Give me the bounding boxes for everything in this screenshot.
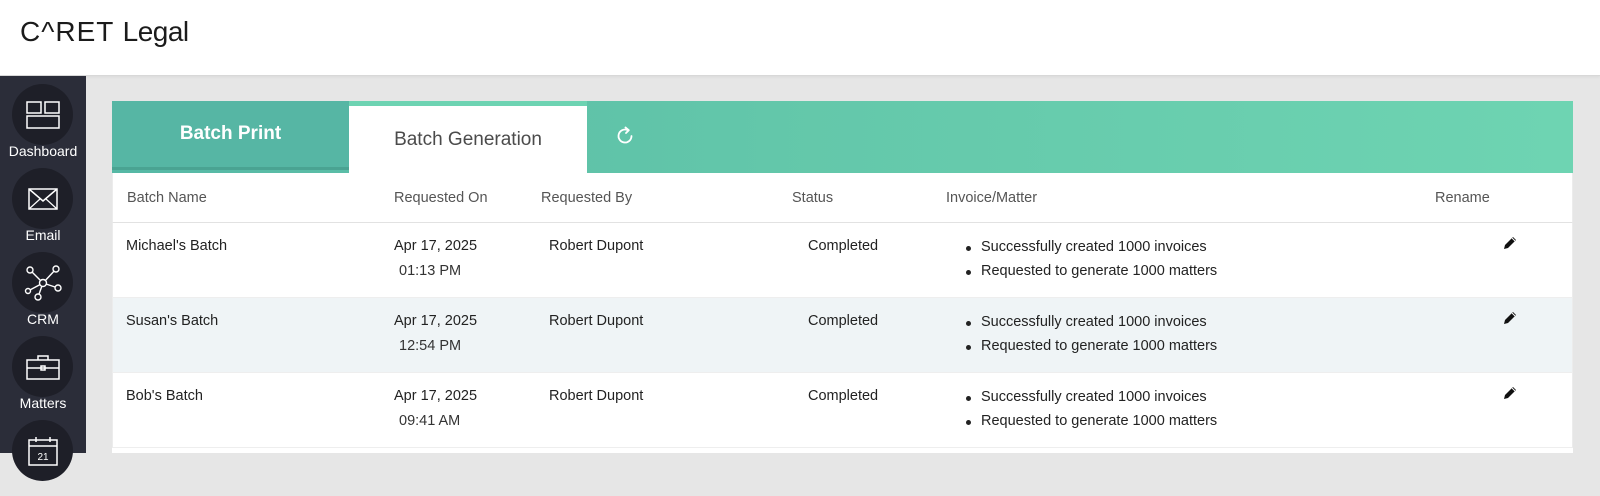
requested-by: Robert Dupont — [549, 238, 644, 254]
app-logo[interactable]: C^RET Legal — [20, 16, 189, 48]
invoice-matter-list: Successfully created 1000 invoices Reque… — [965, 314, 1217, 362]
sidebar-item-email[interactable]: Email — [0, 160, 86, 244]
sidebar-item-label: Matters — [19, 395, 67, 411]
invoice-matter-list: Successfully created 1000 invoices Reque… — [965, 389, 1217, 437]
top-bar: C^RET Legal — [0, 0, 1600, 76]
batch-table: Batch Name Requested On Requested By Sta… — [112, 173, 1573, 448]
sidebar-item-label: Dashboard — [8, 143, 78, 159]
sidebar-item-crm[interactable]: CRM — [0, 244, 86, 328]
batch-panel: Batch Print Batch Generation Batch Name … — [112, 101, 1573, 453]
requested-date: Apr 17, 2025 — [394, 388, 478, 404]
tab-batch-print[interactable]: Batch Print — [112, 101, 349, 170]
briefcase-icon — [12, 336, 73, 397]
calendar-day: 21 — [37, 452, 49, 463]
pencil-icon[interactable] — [1502, 310, 1522, 330]
sidebar-item-label: CRM — [27, 311, 59, 327]
pencil-icon[interactable] — [1502, 235, 1522, 255]
requested-by: Robert Dupont — [549, 388, 644, 404]
invoice-matter-item: Successfully created 1000 invoices — [965, 389, 1217, 413]
column-header-rename: Rename — [1435, 190, 1490, 206]
requested-time: 12:54 PM — [399, 338, 462, 354]
batch-name: Susan's Batch — [126, 313, 219, 329]
table-row[interactable]: Bob's Batch Apr 17, 2025 09:41 AM Robert… — [112, 373, 1573, 448]
tab-bar: Batch Print Batch Generation — [112, 101, 1573, 173]
batch-name: Michael's Batch — [126, 238, 228, 254]
dashboard-icon — [12, 84, 73, 145]
table-row[interactable]: Susan's Batch Apr 17, 2025 12:54 PM Robe… — [112, 298, 1573, 373]
sidebar-nav: Dashboard Email CRM Matters 21 — [0, 76, 86, 481]
calendar-icon: 21 — [12, 420, 73, 481]
refresh-icon[interactable] — [612, 123, 638, 149]
sidebar-item-label: Email — [25, 227, 61, 243]
table-header: Batch Name Requested On Requested By Sta… — [112, 173, 1573, 223]
network-icon — [12, 252, 73, 313]
invoice-matter-item: Requested to generate 1000 matters — [965, 338, 1217, 362]
sidebar-item-dashboard[interactable]: Dashboard — [0, 76, 86, 160]
invoice-matter-item: Successfully created 1000 invoices — [965, 314, 1217, 338]
requested-time: 09:41 AM — [399, 413, 461, 429]
requested-time: 01:13 PM — [399, 263, 462, 279]
column-header-requested-on[interactable]: Requested On — [394, 190, 488, 206]
logo-brand: C^RET — [20, 16, 115, 47]
column-header-status[interactable]: Status — [792, 190, 833, 206]
requested-date: Apr 17, 2025 — [394, 313, 478, 329]
sidebar-item-calendar[interactable]: 21 — [0, 412, 86, 496]
requested-date: Apr 17, 2025 — [394, 238, 478, 254]
invoice-matter-item: Successfully created 1000 invoices — [965, 239, 1217, 263]
pencil-icon[interactable] — [1502, 385, 1522, 405]
column-header-invoice-matter[interactable]: Invoice/Matter — [946, 190, 1037, 206]
status-text: Completed — [808, 313, 879, 329]
column-header-batch-name[interactable]: Batch Name — [127, 190, 207, 206]
invoice-matter-item: Requested to generate 1000 matters — [965, 263, 1217, 287]
status-text: Completed — [808, 238, 879, 254]
tab-batch-generation[interactable]: Batch Generation — [349, 101, 587, 173]
invoice-matter-item: Requested to generate 1000 matters — [965, 413, 1217, 437]
invoice-matter-list: Successfully created 1000 invoices Reque… — [965, 239, 1217, 287]
envelope-icon — [12, 168, 73, 229]
logo-product: Legal — [122, 16, 190, 47]
table-row[interactable]: Michael's Batch Apr 17, 2025 01:13 PM Ro… — [112, 223, 1573, 298]
sidebar-item-matters[interactable]: Matters — [0, 328, 86, 412]
requested-by: Robert Dupont — [549, 313, 644, 329]
column-header-requested-by[interactable]: Requested By — [541, 190, 632, 206]
status-text: Completed — [808, 388, 879, 404]
batch-name: Bob's Batch — [126, 388, 203, 404]
